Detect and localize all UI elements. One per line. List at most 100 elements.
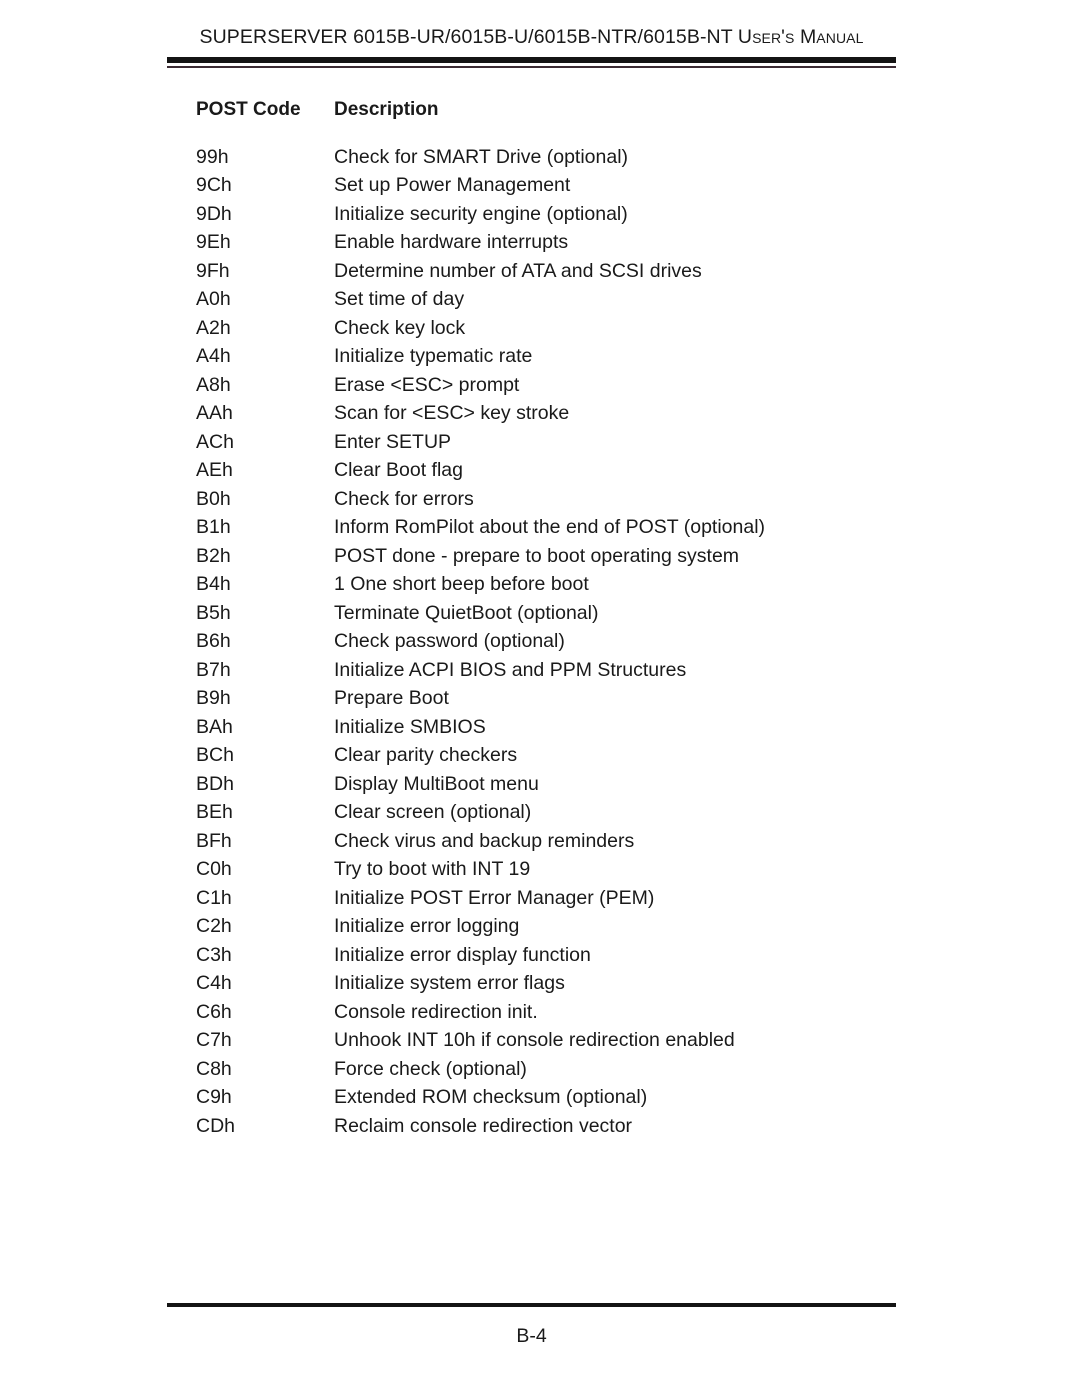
post-code-cell: AEh (196, 459, 233, 481)
post-code-cell: B6h (196, 630, 231, 652)
table-row: C4h Initialize system error flags (196, 969, 936, 998)
document-page: SUPERSERVER 6015B-UR/6015B-U/6015B-NTR/6… (0, 0, 1080, 1397)
table-row: CDh Reclaim console redirection vector (196, 1112, 936, 1141)
column-header-description: Description (334, 99, 439, 120)
table-row: BEh Clear screen (optional) (196, 798, 936, 827)
description-cell: Initialize error display function (334, 943, 591, 966)
table-row: B7h Initialize ACPI BIOS and PPM Structur… (196, 656, 936, 685)
description-cell: Set time of day (334, 288, 465, 310)
table-row: B4h 1 One short beep before boot (196, 570, 936, 599)
table-body: 99h Check for SMART Drive (optional) 9Ch Se… (196, 143, 936, 1141)
description-cell: Initialize ACPI BIOS and PPM Structures (334, 658, 687, 681)
post-code-cell: CDh (196, 1114, 236, 1137)
table-row: C9h Extended ROM checksum (optional) (196, 1083, 936, 1112)
post-code-cell: C8h (196, 1057, 232, 1080)
table-row: AAh Scan for <ESC> key stroke (196, 399, 936, 428)
description-cell: POST done - prepare to boot operating sy… (334, 544, 740, 567)
table-row: 9Dh Initialize security engine (optional) (196, 200, 936, 229)
table-header-row: POST Code Description (196, 96, 936, 143)
table-row: A0h Set time of day (196, 285, 936, 314)
description-cell: Initialize system error flags (334, 972, 565, 994)
table-row: C8h Force check (optional) (196, 1055, 936, 1084)
description-cell: Clear Boot flag (334, 459, 463, 481)
table-row: C3h Initialize error display function (196, 941, 936, 970)
table-row: 9Ch Set up Power Management (196, 171, 936, 200)
description-cell: Erase <ESC> prompt (334, 373, 520, 396)
description-cell: Initialize SMBIOS (334, 715, 486, 738)
table-row: B5h Terminate QuietBoot (optional) (196, 599, 936, 628)
table-row: BFh Check virus and backup reminders (196, 827, 936, 856)
description-cell: Initialize error logging (334, 915, 520, 937)
description-cell: Check password (optional) (334, 630, 565, 652)
description-cell: Terminate QuietBoot (optional) (334, 601, 599, 624)
description-cell: Set up Power Management (334, 174, 571, 196)
table-row: 99h Check for SMART Drive (optional) (196, 143, 936, 172)
description-cell: Display MultiBoot menu (334, 772, 539, 795)
description-cell: Clear parity checkers (334, 744, 518, 766)
table-row: A8h Erase <ESC> prompt (196, 371, 936, 400)
table-row: BCh Clear parity checkers (196, 741, 936, 770)
description-cell: Enable hardware interrupts (334, 231, 569, 253)
table-row: 9Fh Determine number of ATA and SCSI driv… (196, 257, 936, 286)
table-row: B6h Check password (optional) (196, 627, 936, 656)
post-code-cell: BCh (196, 744, 234, 766)
description-cell: Extended ROM checksum (optional) (334, 1086, 648, 1108)
post-code-cell: 9Ch (196, 174, 232, 196)
manual-title: SUPERSERVER 6015B-UR/6015B-U/6015B-NTR/6… (199, 26, 864, 48)
description-cell: Determine number of ATA and SCSI drives (334, 259, 702, 282)
description-cell: Inform RomPilot about the end of POST (o… (334, 516, 766, 538)
post-code-cell: 9Fh (196, 259, 230, 282)
description-cell: Check for errors (334, 487, 474, 510)
post-code-cell: A0h (196, 288, 231, 310)
post-code-cell: 99h (196, 145, 229, 168)
post-code-cell: A8h (196, 373, 231, 396)
table-row: BDh Display MultiBoot menu (196, 770, 936, 799)
post-code-cell: BAh (196, 715, 233, 738)
description-cell: Prepare Boot (334, 687, 449, 709)
post-code-cell: B5h (196, 601, 231, 624)
description-cell: Check key lock (334, 316, 466, 339)
description-cell: Check for SMART Drive (optional) (334, 145, 629, 168)
column-header-post-code: POST Code (196, 99, 301, 120)
table-row: BAh Initialize SMBIOS (196, 713, 936, 742)
post-code-cell: A4h (196, 345, 231, 367)
table-row: B1h Inform RomPilot about the end of POST… (196, 513, 936, 542)
post-code-cell: C6h (196, 1000, 232, 1023)
post-code-cell: C4h (196, 972, 232, 994)
table-row: C7h Unhook INT 10h if console redirection… (196, 1026, 936, 1055)
post-code-cell: B0h (196, 487, 231, 510)
table-row: B2h POST done - prepare to boot operating… (196, 542, 936, 571)
post-code-cell: C9h (196, 1086, 232, 1108)
running-header: SUPERSERVER 6015B-UR/6015B-U/6015B-NTR/6… (167, 26, 896, 49)
description-cell: Initialize POST Error Manager (PEM) (334, 886, 655, 909)
post-code-cell: B1h (196, 516, 231, 538)
description-cell: 1 One short beep before boot (334, 573, 589, 595)
footer-rule (167, 1303, 896, 1307)
post-code-cell: AAh (196, 402, 233, 424)
post-code-cell: C0h (196, 858, 232, 880)
post-code-cell: ACh (196, 430, 234, 453)
post-code-cell: BFh (196, 829, 232, 852)
post-code-cell: B4h (196, 573, 231, 595)
header-rule-thick (167, 57, 896, 63)
description-cell: Reclaim console redirection vector (334, 1114, 633, 1137)
description-cell: Unhook INT 10h if console redirection en… (334, 1029, 735, 1051)
description-cell: Check virus and backup reminders (334, 829, 635, 852)
post-code-cell: BDh (196, 772, 234, 795)
post-code-cell: C7h (196, 1029, 232, 1051)
description-cell: Try to boot with INT 19 (334, 858, 531, 880)
post-code-cell: C2h (196, 915, 232, 937)
table-row: C0h Try to boot with INT 19 (196, 855, 936, 884)
description-cell: Initialize typematic rate (334, 345, 533, 367)
description-cell: Clear screen (optional) (334, 801, 532, 823)
description-cell: Console redirection init. (334, 1000, 538, 1023)
post-code-cell: B2h (196, 544, 231, 567)
page-number: B-4 (516, 1325, 547, 1347)
table-row: AEh Clear Boot flag (196, 456, 936, 485)
description-cell: Enter SETUP (334, 430, 452, 453)
post-code-table: POST Code Description 99h Check for SMART… (196, 96, 936, 1140)
post-code-cell: C1h (196, 886, 232, 909)
description-cell: Force check (optional) (334, 1057, 527, 1080)
header-rule-thin (167, 66, 896, 68)
table-row: C1h Initialize POST Error Manager (PEM) (196, 884, 936, 913)
